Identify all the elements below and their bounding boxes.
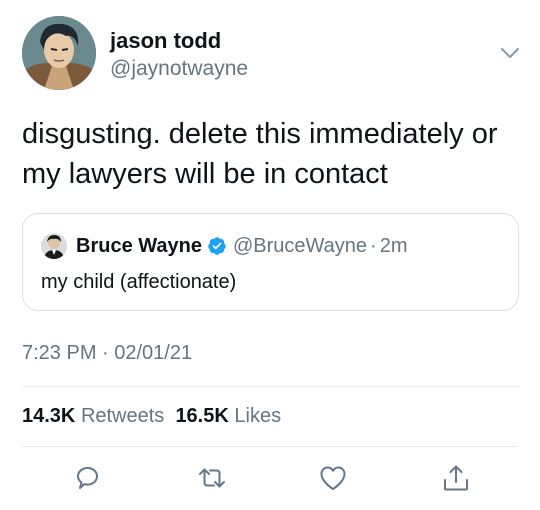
like-icon[interactable] [317,462,349,494]
tweet-actions [0,462,540,494]
tweet-text-line: my lawyers will be in contact [22,158,388,190]
retweets-stat[interactable]: 14.3K Retweets [22,405,164,427]
separator-dot: · [370,234,377,257]
likes-count: 16.5K [175,405,229,427]
likes-stat[interactable]: 16.5K Likes [175,405,281,427]
tweet-stats: 14.3K Retweets 16.5K Likes [22,405,281,428]
tweet-text-line: disgusting. delete this immediately or [22,118,498,150]
chevron-down-icon[interactable] [498,44,522,62]
reply-icon[interactable] [71,462,103,494]
author-names: jason todd @jaynotwayne [110,28,248,82]
retweets-count: 14.3K [22,405,76,427]
author-display-name[interactable]: jason todd [110,28,248,54]
share-icon[interactable] [440,462,472,494]
author-handle[interactable]: @jaynotwayne [110,56,248,82]
quoted-tweet-header: Bruce Wayne @BruceWayne · 2m [41,233,408,259]
tweet-header: jason todd @jaynotwayne [22,16,522,92]
quoted-age[interactable]: 2m [380,235,408,258]
quoted-tweet[interactable]: Bruce Wayne @BruceWayne · 2m my child (a… [22,213,519,311]
quoted-author-avatar [41,233,67,259]
author-avatar[interactable] [22,16,96,90]
tweet-timestamp[interactable]: 7:23 PM · 02/01/21 [22,342,192,365]
divider [22,446,518,447]
retweets-label: Retweets [80,405,165,427]
quoted-handle[interactable]: @BruceWayne [233,235,367,258]
tweet-text: disgusting. delete this immediately or m… [22,114,522,194]
verified-badge-icon [208,237,226,255]
divider [22,386,518,387]
retweet-icon[interactable] [196,462,228,494]
quoted-tweet-text: my child (affectionate) [41,271,237,293]
quoted-display-name[interactable]: Bruce Wayne [76,235,202,258]
likes-label: Likes [234,405,282,427]
